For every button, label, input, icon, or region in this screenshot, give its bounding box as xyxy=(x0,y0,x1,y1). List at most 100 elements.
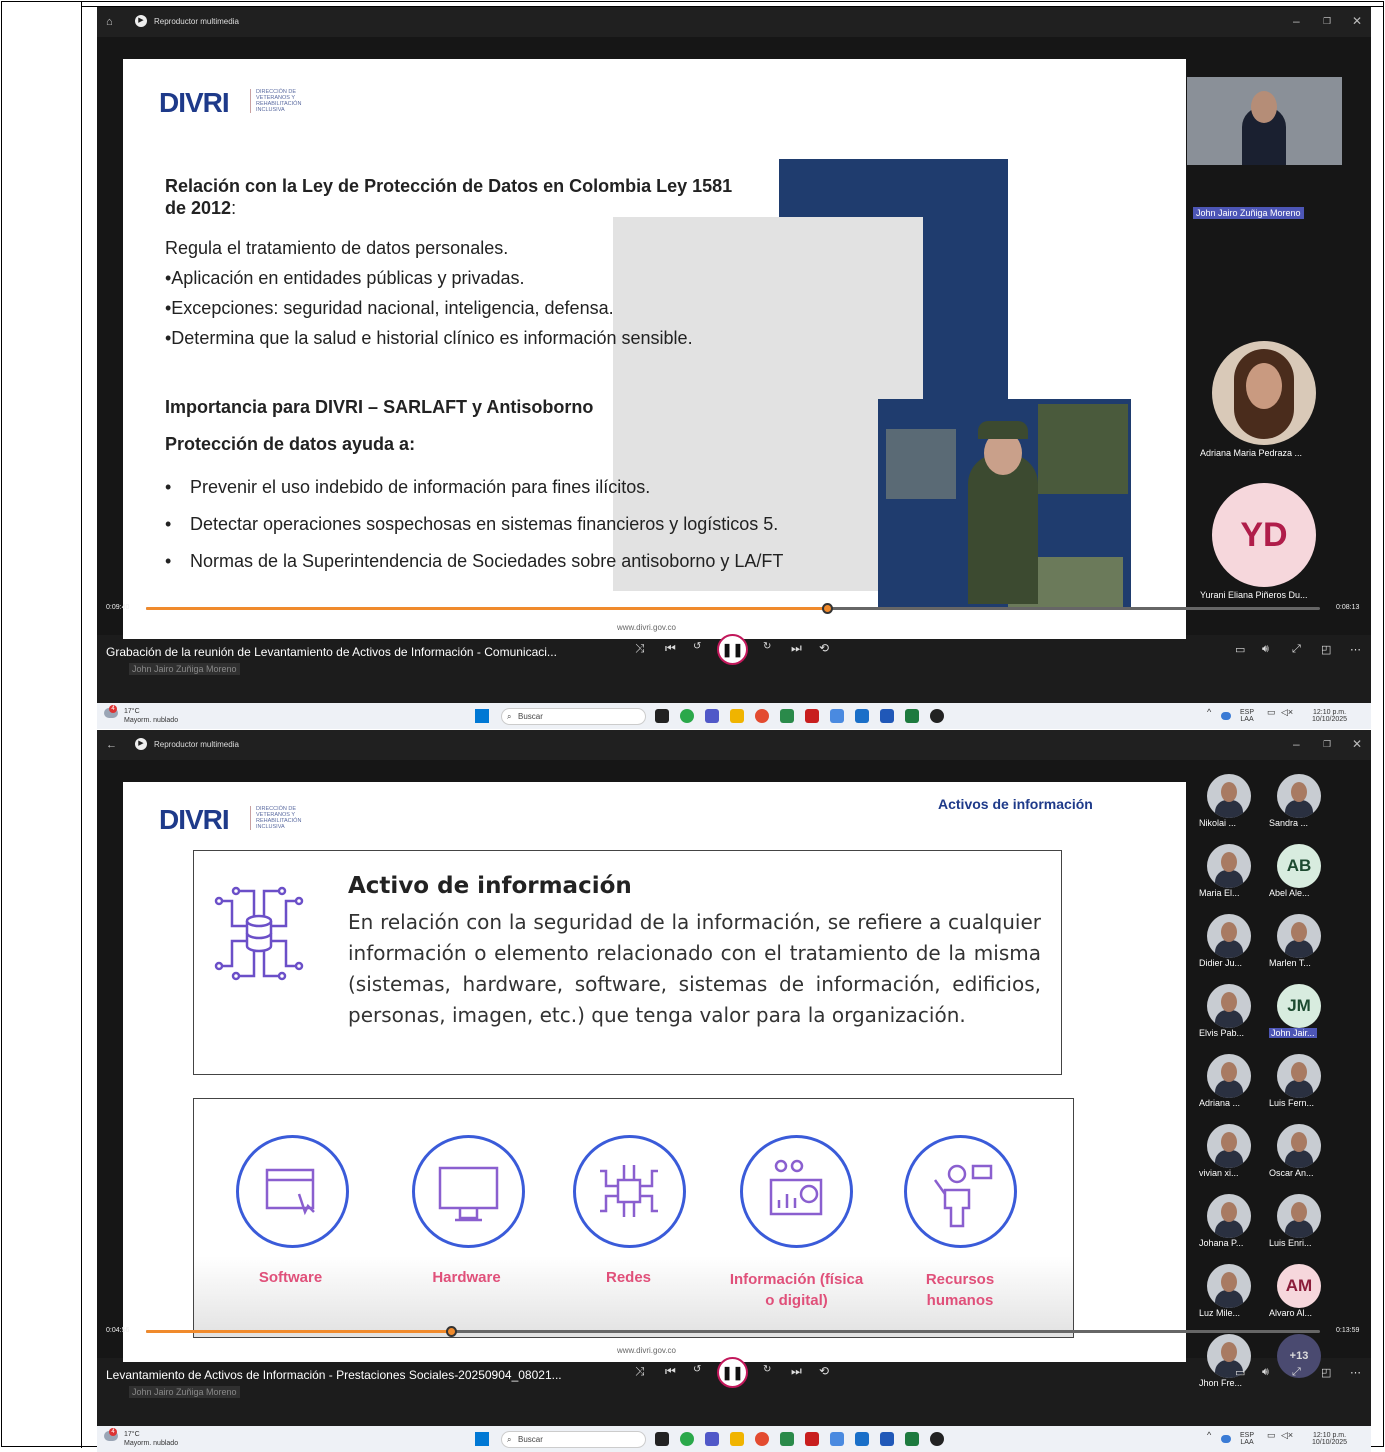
file-explorer-icon[interactable] xyxy=(730,1432,744,1446)
excel-icon[interactable] xyxy=(905,709,919,723)
previous-icon[interactable]: ⏮ xyxy=(665,1364,676,1379)
excel-icon[interactable] xyxy=(905,1432,919,1446)
fullscreen-icon[interactable]: ⤢ xyxy=(1292,1366,1301,1379)
restore-icon[interactable]: ❐ xyxy=(1323,16,1331,27)
avatar-face xyxy=(1221,782,1237,802)
participant-initials-yurani[interactable]: YD xyxy=(1212,483,1316,587)
more-options-icon[interactable]: ⋯ xyxy=(1350,1366,1361,1379)
participant-avatar[interactable] xyxy=(1277,1054,1321,1098)
teams-icon[interactable] xyxy=(705,709,719,723)
participant-avatar[interactable] xyxy=(1207,914,1251,958)
more-options-icon[interactable]: ⋯ xyxy=(1350,643,1361,656)
participant-video-john[interactable] xyxy=(1187,77,1342,165)
close-icon[interactable]: ✕ xyxy=(1352,14,1362,28)
avatar-face xyxy=(1221,1202,1237,1222)
participant-initials[interactable]: AM xyxy=(1277,1264,1321,1308)
word-icon[interactable] xyxy=(880,709,894,723)
seek-handle[interactable] xyxy=(822,603,833,614)
snipping-icon[interactable] xyxy=(830,709,844,723)
participant-avatar[interactable] xyxy=(1207,1264,1251,1308)
captions-icon[interactable]: ▭ xyxy=(1235,643,1245,656)
chrome-icon[interactable] xyxy=(755,709,769,723)
network-icon[interactable]: ▭ xyxy=(1267,708,1276,717)
task-view-icon[interactable] xyxy=(655,1432,669,1446)
tray-chevron-icon[interactable]: ^ xyxy=(1207,708,1211,717)
participant-avatar[interactable] xyxy=(1207,1054,1251,1098)
minimize-icon[interactable]: – xyxy=(1293,14,1300,28)
speaker-icon[interactable]: ◁× xyxy=(1281,1431,1293,1440)
participant-initials[interactable]: JM xyxy=(1277,984,1321,1028)
participant-avatar[interactable] xyxy=(1207,774,1251,818)
participant-avatar[interactable] xyxy=(1207,844,1251,888)
participant-avatar[interactable] xyxy=(1207,1194,1251,1238)
seek-bar[interactable] xyxy=(146,1326,1320,1337)
skip-forward-30-icon[interactable]: ↻ xyxy=(763,641,771,652)
home-icon[interactable]: ⌂ xyxy=(106,16,113,28)
snipping-icon[interactable] xyxy=(830,1432,844,1446)
restore-icon[interactable]: ❐ xyxy=(1323,739,1331,750)
chrome-icon[interactable] xyxy=(755,1432,769,1446)
minimize-icon[interactable]: – xyxy=(1293,737,1300,751)
volume-icon[interactable]: 🔊︎ xyxy=(1262,643,1269,656)
media-player-taskbar-icon[interactable] xyxy=(930,1432,944,1446)
network-icon[interactable]: ▭ xyxy=(1267,1431,1276,1440)
participant-avatar[interactable] xyxy=(1277,914,1321,958)
pause-button[interactable]: ❚❚ xyxy=(717,634,748,665)
shuffle-icon[interactable]: ⤨ xyxy=(635,641,645,656)
copilot-icon[interactable] xyxy=(680,709,694,723)
clock[interactable]: 12:10 p.m. 10/10/2025 xyxy=(1312,1432,1347,1446)
previous-icon[interactable]: ⏮ xyxy=(665,641,676,656)
notification-badge: 4 xyxy=(109,1428,117,1436)
participant-avatar[interactable] xyxy=(1277,774,1321,818)
close-icon[interactable]: ✕ xyxy=(1352,737,1362,751)
onedrive-icon[interactable] xyxy=(1221,1435,1231,1443)
taskbar-search[interactable]: ⌕ Buscar xyxy=(501,1431,646,1448)
skip-back-10-icon[interactable]: ↺ xyxy=(693,1364,701,1375)
skip-back-10-icon[interactable]: ↺ xyxy=(693,641,701,652)
outlook-icon[interactable] xyxy=(855,1432,869,1446)
participant-avatar[interactable] xyxy=(1277,1194,1321,1238)
back-icon[interactable]: ← xyxy=(106,739,117,751)
windows-start-icon[interactable] xyxy=(475,1432,489,1446)
participant-avatar[interactable] xyxy=(1207,1124,1251,1168)
remaining-time: 0:08:13 xyxy=(1336,604,1360,611)
repeat-icon[interactable]: ⟲ xyxy=(819,1364,829,1378)
mini-player-icon[interactable]: ◰ xyxy=(1321,643,1331,656)
participant-initials[interactable]: AB xyxy=(1277,844,1321,888)
participant-avatar[interactable] xyxy=(1277,1124,1321,1168)
onedrive-icon[interactable] xyxy=(1221,712,1231,720)
acrobat-icon[interactable] xyxy=(805,1432,819,1446)
participant-avatar-adriana[interactable] xyxy=(1212,341,1316,445)
volume-icon[interactable]: 🔊︎ xyxy=(1262,1366,1269,1379)
language-indicator[interactable]: ESP LAA xyxy=(1240,1432,1254,1446)
teams-icon[interactable] xyxy=(705,1432,719,1446)
taskbar-search[interactable]: ⌕ Buscar xyxy=(501,708,646,725)
windows-start-icon[interactable] xyxy=(475,709,489,723)
copilot-icon[interactable] xyxy=(680,1432,694,1446)
mini-player-icon[interactable]: ◰ xyxy=(1321,1366,1331,1379)
clock[interactable]: 12:10 p.m. 10/10/2025 xyxy=(1312,709,1347,723)
seek-handle[interactable] xyxy=(446,1326,457,1337)
seek-bar[interactable] xyxy=(146,603,1320,614)
captions-icon[interactable]: ▭ xyxy=(1235,1366,1245,1379)
notes-icon[interactable] xyxy=(780,709,794,723)
participant-name: Nikolai ... xyxy=(1199,818,1237,828)
file-explorer-icon[interactable] xyxy=(730,709,744,723)
notes-icon[interactable] xyxy=(780,1432,794,1446)
shuffle-icon[interactable]: ⤨ xyxy=(635,1364,645,1379)
media-player-taskbar-icon[interactable] xyxy=(930,709,944,723)
acrobat-icon[interactable] xyxy=(805,709,819,723)
repeat-icon[interactable]: ⟲ xyxy=(819,641,829,655)
next-icon[interactable]: ⏭ xyxy=(791,641,802,656)
word-icon[interactable] xyxy=(880,1432,894,1446)
participant-avatar[interactable] xyxy=(1207,984,1251,1028)
language-indicator[interactable]: ESP LAA xyxy=(1240,709,1254,723)
fullscreen-icon[interactable]: ⤢ xyxy=(1292,643,1301,656)
next-icon[interactable]: ⏭ xyxy=(791,1364,802,1379)
skip-forward-30-icon[interactable]: ↻ xyxy=(763,1364,771,1375)
outlook-icon[interactable] xyxy=(855,709,869,723)
pause-button[interactable]: ❚❚ xyxy=(717,1357,748,1388)
tray-chevron-icon[interactable]: ^ xyxy=(1207,1431,1211,1440)
speaker-icon[interactable]: ◁× xyxy=(1281,708,1293,717)
task-view-icon[interactable] xyxy=(655,709,669,723)
